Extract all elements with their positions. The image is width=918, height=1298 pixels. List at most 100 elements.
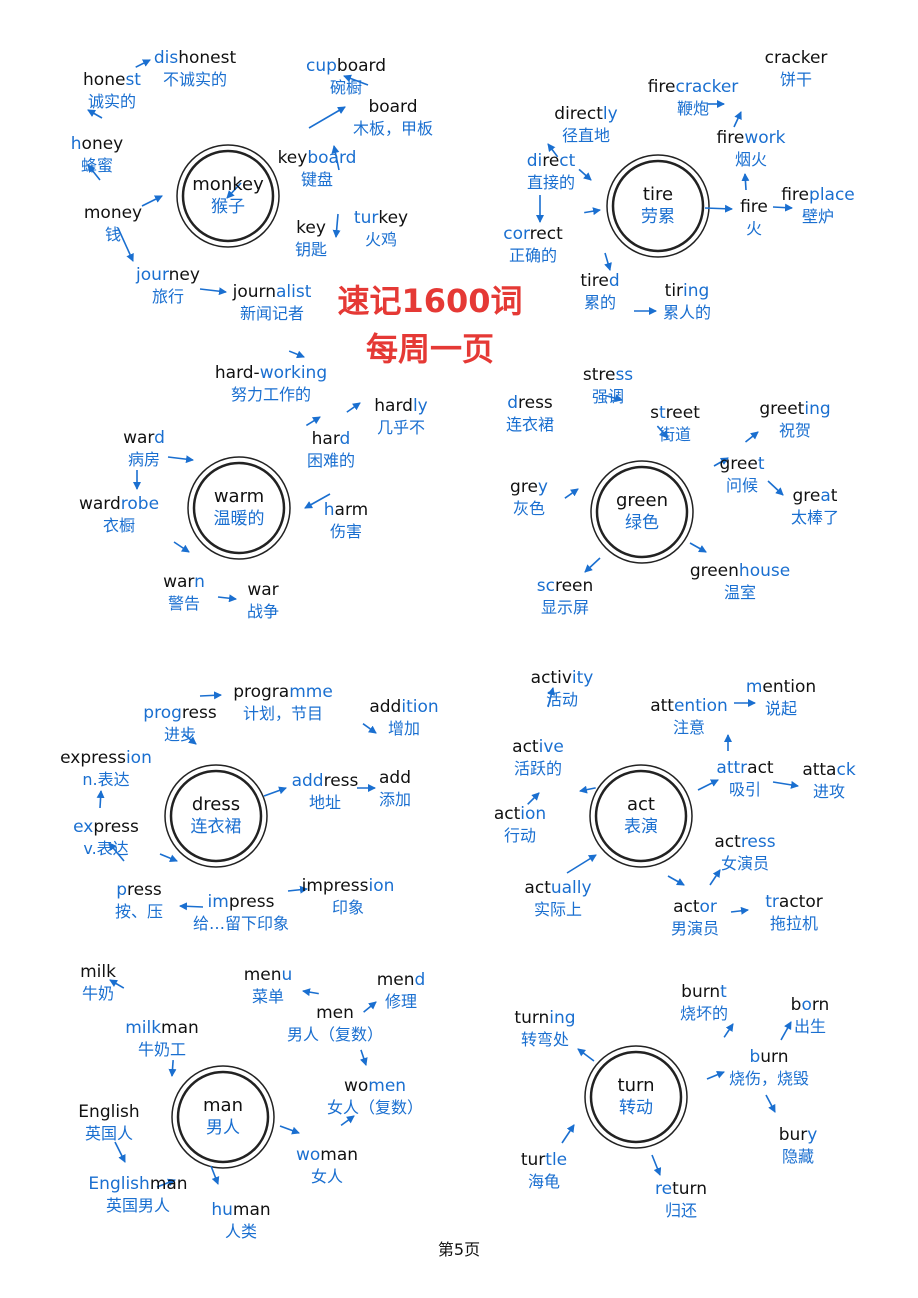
word-base-part: tur: [520, 1150, 546, 1170]
hub-english: warm: [213, 486, 265, 507]
word-highlight-part: ex: [73, 817, 94, 837]
word-node-fireplace: fireplace 壁炉: [781, 185, 855, 227]
word-base-part: men: [316, 1003, 354, 1023]
word-highlight-part: jour: [136, 265, 169, 285]
word-base-part: hard: [374, 396, 413, 416]
word-base-part: man: [161, 1018, 199, 1038]
relation-arrow: [584, 207, 601, 216]
word-english: actress: [714, 832, 775, 853]
word-node-direct: direct 直接的: [527, 151, 576, 193]
word-base-part: actor: [778, 892, 823, 912]
word-base-part: man: [232, 1200, 271, 1220]
word-base-part: fire: [716, 128, 745, 148]
word-chinese: 地址: [308, 793, 342, 812]
word-node-impress: impress 给…留下印象: [193, 892, 289, 934]
word-node-turning: turning 转弯处: [514, 1008, 575, 1050]
word-highlight-part: n: [194, 572, 205, 592]
word-node-human: human 人类: [211, 1200, 270, 1242]
word-node-war: war 战争: [247, 580, 279, 622]
word-highlight-part: dis: [153, 48, 179, 68]
word-chinese: 吸引: [728, 780, 761, 799]
word-chinese: 牛奶工: [137, 1040, 186, 1059]
hub-english: tire: [642, 184, 674, 205]
relation-arrow: [210, 1165, 220, 1185]
word-node-progress: progress 进步: [143, 703, 216, 745]
word-highlight-part: a: [820, 486, 831, 506]
word-english: stress: [583, 365, 633, 386]
hub-english: act: [627, 794, 655, 815]
word-chinese: 正确的: [508, 246, 558, 265]
word-base-part: burn: [681, 982, 721, 1002]
word-chinese: 问候: [725, 476, 758, 495]
word-chinese: 女演员: [720, 854, 770, 873]
word-chinese: 病房: [127, 450, 160, 469]
word-chinese: 活动: [545, 690, 579, 709]
word-english: action: [494, 804, 546, 825]
word-chinese: 街道: [658, 425, 692, 444]
word-highlight-part: h: [323, 500, 335, 520]
word-node-cracker: cracker 饼干: [765, 48, 828, 90]
word-node-addition: addition 增加: [369, 697, 438, 739]
relation-arrow: [96, 790, 105, 809]
word-highlight-part: u: [281, 965, 293, 985]
word-base-part: press: [93, 817, 139, 837]
word-english: honey: [71, 134, 123, 155]
word-english: tired: [580, 271, 619, 292]
word-base-part: English: [78, 1102, 140, 1122]
relation-arrow: [308, 106, 346, 129]
word-english: menu: [244, 965, 293, 986]
word-base-part: act: [512, 737, 539, 757]
relation-arrow: [651, 1154, 662, 1176]
word-chinese: 伤害: [329, 522, 363, 541]
relation-arrow: [578, 168, 592, 181]
word-base-part: rect: [529, 224, 563, 244]
word-chinese: 诚实的: [87, 92, 137, 111]
page-footer: 第5页: [437, 1240, 481, 1259]
word-english: board: [353, 97, 433, 118]
word-highlight-part: ention: [673, 696, 728, 716]
word-english: attract: [716, 758, 773, 779]
word-chinese: 战争: [246, 602, 280, 621]
word-highlight-part: or: [699, 897, 717, 917]
word-english: key: [295, 218, 327, 239]
word-node-impression: impression 印象: [302, 876, 395, 918]
word-highlight-part: ition: [401, 697, 439, 717]
word-node-tired: tired 累的: [580, 271, 619, 313]
word-highlight-part: ion: [125, 748, 152, 768]
word-node-active: active 活跃的: [512, 737, 564, 779]
word-base-part: atta: [802, 760, 837, 780]
word-base-part: ress: [181, 703, 217, 723]
word-chinese: 蜂蜜: [80, 156, 114, 175]
word-chinese: 径直地: [561, 126, 610, 145]
word-highlight-part: b: [749, 1047, 761, 1067]
word-english: bury: [779, 1125, 818, 1146]
word-highlight-part: ually: [550, 878, 592, 898]
word-node-Englishman: Englishman 英国男人: [88, 1174, 187, 1216]
word-english: actually: [524, 878, 591, 899]
word-english: journalist: [233, 282, 312, 303]
word-chinese: 直接的: [526, 173, 576, 192]
word-chinese: 英国人: [84, 1124, 134, 1143]
hub-chinese: 表演: [624, 817, 658, 837]
word-highlight-part: ck: [836, 760, 856, 780]
word-node-wardrobe: wardrobe 衣橱: [79, 494, 159, 536]
word-english: directly: [554, 104, 617, 125]
word-english: attack: [802, 760, 855, 781]
word-chinese: 海龟: [527, 1172, 561, 1191]
relation-arrow: [704, 204, 733, 213]
word-highlight-part: work: [744, 128, 786, 148]
word-english: add: [379, 768, 411, 789]
word-highlight-part: place: [809, 185, 855, 205]
word-chinese: 修理: [384, 992, 417, 1011]
word-highlight-part: t: [658, 403, 666, 423]
word-english: Englishman: [88, 1174, 187, 1195]
hub-chinese: 绿色: [625, 513, 659, 533]
word-english: hard: [307, 429, 355, 450]
word-highlight-part: ress: [740, 832, 776, 852]
word-node-mention: mention 说起: [746, 677, 816, 719]
word-base-part: board: [336, 56, 387, 76]
hub-english: dress: [191, 794, 241, 815]
word-chinese: 增加: [387, 719, 421, 738]
word-highlight-part: ss: [615, 365, 634, 385]
word-highlight-part: prog: [143, 703, 182, 723]
